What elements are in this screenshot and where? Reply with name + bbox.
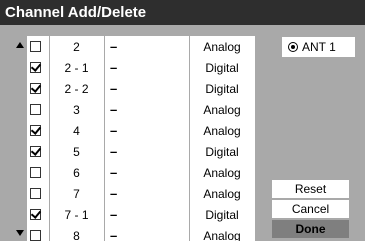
column-divider bbox=[49, 183, 50, 204]
radio-selected-icon[interactable] bbox=[288, 42, 298, 52]
column-divider bbox=[104, 120, 105, 141]
checkbox-unchecked-icon[interactable] bbox=[30, 41, 41, 52]
column-divider bbox=[49, 78, 50, 99]
column-divider bbox=[189, 99, 190, 120]
column-divider bbox=[104, 225, 105, 241]
column-divider bbox=[49, 204, 50, 225]
channel-name: – bbox=[110, 228, 118, 241]
channel-number: 7 bbox=[73, 186, 80, 201]
column-divider bbox=[189, 183, 190, 204]
column-divider bbox=[104, 204, 105, 225]
checkbox-unchecked-icon[interactable] bbox=[30, 188, 41, 199]
checkbox-cell bbox=[27, 78, 49, 99]
channel-number: 2 bbox=[73, 39, 80, 54]
column-divider bbox=[104, 141, 105, 162]
channel-number: 8 bbox=[73, 228, 80, 241]
channel-type: Digital bbox=[205, 144, 239, 159]
channel-type: Analog bbox=[203, 165, 241, 180]
channel-number: 5 bbox=[73, 144, 80, 159]
checkbox-cell bbox=[27, 204, 49, 225]
checkbox-cell bbox=[27, 162, 49, 183]
channel-type: Analog bbox=[203, 228, 241, 241]
column-divider bbox=[104, 99, 105, 120]
checkbox-checked-icon[interactable] bbox=[30, 83, 41, 94]
column-divider bbox=[189, 120, 190, 141]
checkbox-checked-icon[interactable] bbox=[30, 62, 41, 73]
column-divider bbox=[189, 36, 190, 57]
channel-number: 6 bbox=[73, 165, 80, 180]
channel-name: – bbox=[110, 81, 118, 96]
checkbox-unchecked-icon[interactable] bbox=[30, 104, 41, 115]
channel-number: 2 - 1 bbox=[64, 60, 89, 75]
channel-type: Digital bbox=[205, 60, 239, 75]
channel-row[interactable]: 6 – Analog bbox=[27, 162, 255, 183]
channel-row[interactable]: 5 – Digital bbox=[27, 141, 255, 162]
checkbox-cell bbox=[27, 225, 49, 241]
column-divider bbox=[49, 141, 50, 162]
channel-row[interactable]: 8 – Analog bbox=[27, 225, 255, 241]
channel-row[interactable]: 7 – Analog bbox=[27, 183, 255, 204]
column-divider bbox=[49, 57, 50, 78]
channel-name: – bbox=[110, 39, 118, 54]
done-button[interactable]: Done bbox=[272, 220, 349, 238]
column-divider bbox=[49, 120, 50, 141]
channel-row[interactable]: 7 - 1 – Digital bbox=[27, 204, 255, 225]
checkbox-checked-icon[interactable] bbox=[30, 146, 41, 157]
checkbox-cell bbox=[27, 99, 49, 120]
checkbox-unchecked-icon[interactable] bbox=[30, 230, 41, 241]
channel-row[interactable]: 2 – Analog bbox=[27, 36, 255, 57]
channel-name: – bbox=[110, 186, 118, 201]
column-divider bbox=[189, 57, 190, 78]
column-divider bbox=[49, 225, 50, 241]
channel-type: Analog bbox=[203, 123, 241, 138]
checkbox-checked-icon[interactable] bbox=[30, 209, 41, 220]
column-divider bbox=[189, 141, 190, 162]
column-divider bbox=[104, 78, 105, 99]
column-divider bbox=[104, 36, 105, 57]
column-divider bbox=[104, 162, 105, 183]
column-divider bbox=[49, 99, 50, 120]
cancel-button[interactable]: Cancel bbox=[272, 200, 349, 218]
column-divider bbox=[104, 183, 105, 204]
checkbox-unchecked-icon[interactable] bbox=[30, 167, 41, 178]
checkbox-cell bbox=[27, 57, 49, 78]
antenna-selector[interactable]: ANT 1 bbox=[282, 37, 355, 57]
channel-type: Digital bbox=[205, 81, 239, 96]
column-divider bbox=[189, 78, 190, 99]
column-divider bbox=[189, 204, 190, 225]
channel-type: Digital bbox=[205, 207, 239, 222]
scroll-down-arrow-icon[interactable] bbox=[16, 230, 24, 236]
checkbox-checked-icon[interactable] bbox=[30, 125, 41, 136]
reset-button[interactable]: Reset bbox=[272, 180, 349, 198]
column-divider bbox=[189, 225, 190, 241]
channel-row[interactable]: 2 - 1 – Digital bbox=[27, 57, 255, 78]
checkbox-cell bbox=[27, 183, 49, 204]
antenna-label: ANT 1 bbox=[302, 40, 336, 54]
channel-name: – bbox=[110, 144, 118, 159]
channel-number: 3 bbox=[73, 102, 80, 117]
channel-name: – bbox=[110, 207, 118, 222]
checkbox-cell bbox=[27, 141, 49, 162]
column-divider bbox=[49, 36, 50, 57]
channel-row[interactable]: 4 – Analog bbox=[27, 120, 255, 141]
channel-type: Analog bbox=[203, 186, 241, 201]
channel-name: – bbox=[110, 165, 118, 180]
window-title: Channel Add/Delete bbox=[0, 0, 365, 25]
channel-row[interactable]: 3 – Analog bbox=[27, 99, 255, 120]
channel-number: 4 bbox=[73, 123, 80, 138]
channel-name: – bbox=[110, 102, 118, 117]
channel-number: 2 - 2 bbox=[64, 81, 89, 96]
channel-row[interactable]: 2 - 2 – Digital bbox=[27, 78, 255, 99]
channel-type: Analog bbox=[203, 102, 241, 117]
channel-number: 7 - 1 bbox=[64, 207, 89, 222]
column-divider bbox=[49, 162, 50, 183]
checkbox-cell bbox=[27, 120, 49, 141]
channel-type: Analog bbox=[203, 39, 241, 54]
scroll-up-arrow-icon[interactable] bbox=[16, 42, 24, 48]
column-divider bbox=[189, 162, 190, 183]
column-divider bbox=[104, 57, 105, 78]
channel-name: – bbox=[110, 60, 118, 75]
checkbox-cell bbox=[27, 36, 49, 57]
channel-name: – bbox=[110, 123, 118, 138]
